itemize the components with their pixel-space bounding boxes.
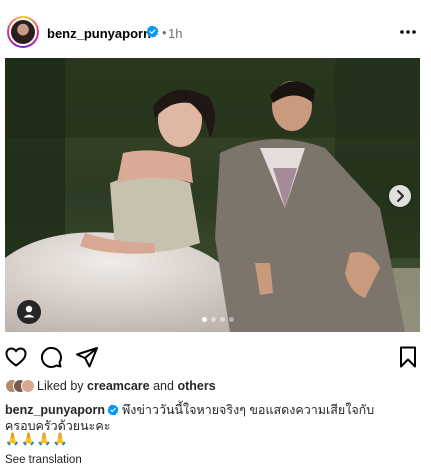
post-photo bbox=[5, 58, 420, 332]
verified-badge-icon bbox=[146, 25, 159, 38]
separator-dot: • bbox=[162, 25, 167, 40]
comment-icon[interactable] bbox=[39, 345, 63, 369]
liker-avatars[interactable] bbox=[5, 379, 35, 393]
bookmark-icon[interactable] bbox=[396, 345, 420, 369]
others-link[interactable]: others bbox=[177, 379, 215, 393]
post-header: benz_punyaporn • 1h bbox=[0, 0, 431, 58]
chevron-right-icon bbox=[397, 190, 404, 202]
share-icon[interactable] bbox=[75, 345, 99, 369]
likes-summary: Liked by creamcare and others bbox=[37, 379, 216, 393]
see-translation-link[interactable]: See translation bbox=[5, 454, 82, 466]
post-time[interactable]: 1h bbox=[168, 26, 182, 41]
avatar bbox=[9, 18, 37, 46]
carousel-indicator bbox=[202, 317, 234, 322]
carousel-dot bbox=[202, 317, 207, 322]
carousel-dot bbox=[229, 317, 234, 322]
likes-row: Liked by creamcare and others bbox=[5, 377, 425, 395]
user-icon bbox=[23, 305, 35, 318]
post-actions bbox=[0, 340, 431, 372]
more-options-icon[interactable] bbox=[398, 24, 418, 40]
post-caption: benz_punyaporn พึงข่าววันนี้ใจหายจริงๆ ข… bbox=[5, 402, 423, 434]
caption-emoji: 🙏🙏🙏🙏 bbox=[5, 432, 69, 446]
verified-badge-icon bbox=[107, 404, 119, 416]
liked-by-user-link[interactable]: creamcare bbox=[87, 379, 150, 393]
post-username[interactable]: benz_punyaporn bbox=[47, 26, 151, 41]
post-media[interactable] bbox=[5, 58, 420, 332]
carousel-dot bbox=[211, 317, 216, 322]
profile-avatar[interactable] bbox=[7, 16, 39, 48]
tagged-users-button[interactable] bbox=[17, 300, 41, 324]
avatar bbox=[21, 379, 35, 393]
likes-prefix: Liked by bbox=[37, 379, 84, 393]
next-slide-button[interactable] bbox=[389, 185, 411, 207]
carousel-dot bbox=[220, 317, 225, 322]
like-icon[interactable] bbox=[4, 345, 28, 369]
likes-and: and bbox=[153, 379, 174, 393]
caption-username[interactable]: benz_punyaporn bbox=[5, 403, 105, 417]
